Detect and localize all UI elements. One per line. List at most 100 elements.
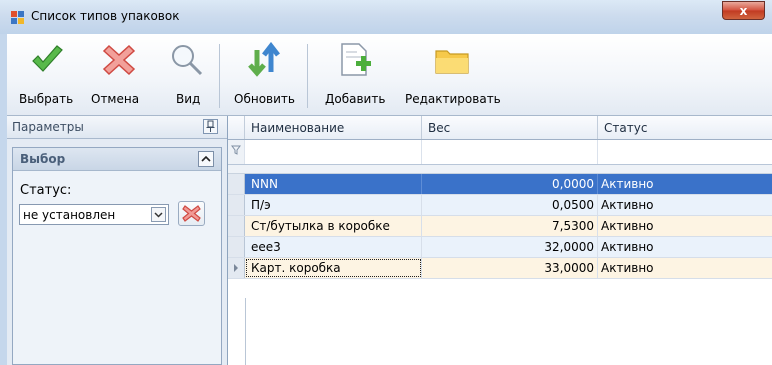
column-header-name-label: Наименование: [251, 121, 345, 135]
window-frame-left: [0, 34, 7, 365]
clear-x-icon: [182, 205, 201, 222]
magnifier-icon: [172, 45, 203, 76]
status-value: не установлен: [23, 208, 116, 222]
filter-status-cell[interactable]: [598, 140, 772, 164]
current-row-arrow-icon: [234, 264, 238, 272]
cell-name[interactable]: П/э: [245, 195, 422, 215]
table-row[interactable]: eee3 32,0000 Активно: [228, 237, 772, 258]
column-header-name[interactable]: Наименование: [245, 116, 422, 139]
group-title: Выбор: [20, 152, 66, 166]
pin-icon: [206, 120, 215, 132]
filter-name-cell[interactable]: [245, 140, 422, 164]
cell-weight-text: 0,0500: [552, 198, 594, 212]
row-indicator[interactable]: [228, 258, 245, 278]
cell-weight[interactable]: 33,0000: [422, 258, 598, 278]
cell-name[interactable]: NNN: [245, 174, 422, 194]
selection-group-header[interactable]: Выбор: [13, 148, 221, 171]
add-document-icon: [341, 43, 371, 76]
refresh-arrows-icon: [248, 42, 280, 77]
filter-row-separator: [228, 165, 772, 174]
cell-weight[interactable]: 32,0000: [422, 237, 598, 257]
filter-row: [228, 140, 772, 165]
pin-button[interactable]: [203, 119, 218, 134]
chevron-down-icon: [154, 212, 163, 218]
add-button[interactable]: Добавить: [313, 34, 395, 114]
app-window-icon: [11, 11, 24, 24]
parameters-panel: Параметры Выбор Статус: не установлен: [7, 116, 228, 365]
status-combobox[interactable]: не установлен: [19, 204, 169, 225]
grid-empty-area[interactable]: [228, 298, 772, 365]
packaging-grid: Наименование Вес Статус NNN 0,0000 Актив…: [228, 116, 772, 365]
cell-status[interactable]: Активно: [598, 237, 772, 257]
collapse-button[interactable]: [198, 151, 214, 167]
combo-arrow-button[interactable]: [151, 207, 166, 222]
cell-status[interactable]: Активно: [598, 258, 772, 278]
cell-status-text: Активно: [601, 219, 654, 233]
cell-status-text: Активно: [601, 261, 654, 275]
column-header-status-label: Статус: [604, 121, 648, 135]
filter-icon: [231, 145, 241, 155]
row-indicator[interactable]: [228, 216, 245, 236]
cell-name-text: Ст/бутылка в коробке: [251, 219, 390, 233]
parameters-title: Параметры: [12, 120, 84, 134]
view-button[interactable]: Вид: [153, 34, 213, 114]
grid-header: Наименование Вес Статус: [228, 116, 772, 140]
edit-button[interactable]: Редактировать: [399, 34, 509, 114]
title-bar[interactable]: Список типов упаковок x: [0, 0, 772, 34]
cell-status[interactable]: Активно: [598, 174, 772, 194]
refresh-button[interactable]: Обновить: [225, 34, 303, 114]
filter-indicator: [228, 140, 245, 164]
cell-weight-text: 32,0000: [544, 240, 594, 254]
cell-status-text: Активно: [601, 198, 654, 212]
filter-weight-cell[interactable]: [422, 140, 598, 164]
select-button[interactable]: Выбрать: [11, 34, 83, 114]
cell-status-text: Активно: [601, 177, 654, 191]
cell-weight-text: 33,0000: [544, 261, 594, 275]
toolbar: Выбрать Отмена Вид Обновить Добавить Ред…: [7, 34, 772, 116]
table-row[interactable]: NNN 0,0000 Активно: [228, 174, 772, 195]
header-indicator-cell: [228, 116, 245, 139]
cell-status[interactable]: Активно: [598, 195, 772, 215]
refresh-label: Обновить: [234, 92, 295, 106]
cell-status[interactable]: Активно: [598, 216, 772, 236]
row-indicator[interactable]: [228, 195, 245, 215]
column-header-status[interactable]: Статус: [598, 116, 772, 139]
cancel-x-icon: [102, 44, 136, 76]
view-label: Вид: [176, 92, 201, 106]
checkmark-icon: [32, 45, 63, 72]
clear-status-button[interactable]: [178, 201, 205, 226]
cancel-label: Отмена: [91, 92, 140, 106]
row-indicator[interactable]: [228, 174, 245, 194]
cell-weight-text: 7,5300: [552, 219, 594, 233]
cell-name[interactable]: Карт. коробка: [245, 258, 422, 278]
cancel-button[interactable]: Отмена: [85, 34, 151, 114]
cell-name-text: П/э: [251, 198, 271, 212]
toolbar-separator: [219, 44, 220, 108]
add-label: Добавить: [325, 92, 386, 106]
column-header-weight-label: Вес: [428, 121, 451, 135]
table-row[interactable]: Карт. коробка 33,0000 Активно: [228, 258, 772, 279]
column-header-weight[interactable]: Вес: [422, 116, 598, 139]
status-label: Статус:: [20, 183, 72, 198]
cell-weight[interactable]: 7,5300: [422, 216, 598, 236]
folder-icon: [435, 50, 469, 74]
window-title: Список типов упаковок: [31, 9, 180, 23]
cell-name-text: NNN: [251, 177, 278, 191]
close-button[interactable]: x: [722, 1, 765, 20]
cell-name-text: eee3: [251, 240, 281, 254]
cell-weight-text: 0,0000: [552, 177, 594, 191]
toolbar-separator: [307, 44, 308, 108]
cell-status-text: Активно: [601, 240, 654, 254]
row-indicator-column: [228, 298, 246, 365]
table-row[interactable]: П/э 0,0500 Активно: [228, 195, 772, 216]
selection-group: Выбор Статус: не установлен: [12, 147, 222, 365]
row-indicator[interactable]: [228, 237, 245, 257]
cell-weight[interactable]: 0,0000: [422, 174, 598, 194]
edit-label: Редактировать: [405, 92, 501, 106]
parameters-header: Параметры: [7, 116, 227, 139]
cell-weight[interactable]: 0,0500: [422, 195, 598, 215]
cell-name[interactable]: Ст/бутылка в коробке: [245, 216, 422, 236]
cell-name[interactable]: eee3: [245, 237, 422, 257]
table-row[interactable]: Ст/бутылка в коробке 7,5300 Активно: [228, 216, 772, 237]
select-label: Выбрать: [19, 92, 74, 106]
